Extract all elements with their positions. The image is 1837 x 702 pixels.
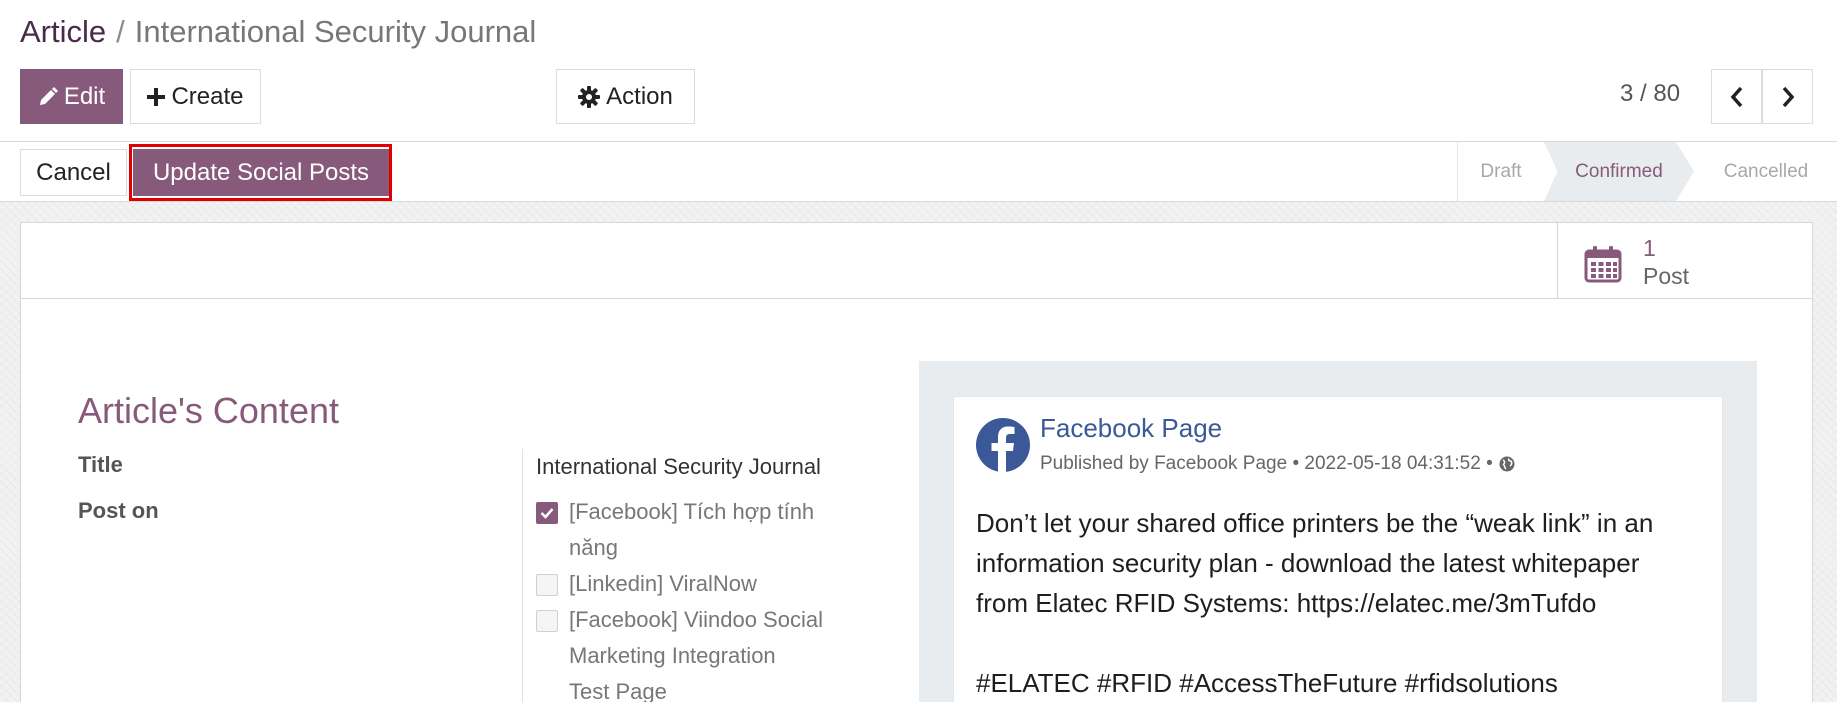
chevron-left-icon: [1730, 86, 1742, 107]
posts-label: Post: [1643, 263, 1690, 289]
facebook-logo-icon: [976, 418, 1030, 472]
chevron-right-icon: [1782, 86, 1794, 107]
title-label: Title: [78, 452, 123, 477]
cancel-button[interactable]: Cancel: [20, 149, 127, 196]
account-label: [Linkedin] ViralNow: [569, 566, 869, 602]
stage-confirmed[interactable]: Confirmed: [1544, 142, 1694, 201]
create-button[interactable]: Create: [130, 69, 261, 124]
account-checkbox-checked[interactable]: [536, 502, 558, 524]
post-body: Don’t let your shared office printers be…: [976, 503, 1696, 623]
edit-button[interactable]: Edit: [20, 69, 123, 124]
action-button-label: Action: [606, 82, 673, 110]
pencil-icon: [39, 86, 58, 105]
breadcrumb-current: International Security Journal: [134, 14, 537, 49]
account-label-line: Test Page: [569, 679, 667, 702]
stage-cancelled[interactable]: Cancelled: [1694, 142, 1837, 201]
account-label-line: [Facebook] Viindoo Social: [569, 607, 823, 632]
edit-button-label: Edit: [63, 82, 106, 110]
page-name-link[interactable]: Facebook Page: [1040, 413, 1222, 444]
checkmark-icon: [540, 508, 554, 519]
posts-count: 1: [1643, 235, 1656, 261]
post-body-line: Don’t let your shared office printers be…: [976, 508, 1654, 538]
account-checkbox[interactable]: [536, 574, 558, 596]
account-label: [Facebook] Tích hợp tính năng: [569, 494, 869, 566]
post-meta: Published by Facebook Page • 2022-05-18 …: [1040, 453, 1515, 475]
control-panel: Article / International Security Journal E…: [0, 0, 1837, 142]
post-body-line: from Elatec RFID Systems: https://elatec…: [976, 588, 1597, 618]
section-title: Article's Content: [78, 390, 339, 431]
account-label: [Facebook] Viindoo Social Marketing Inte…: [569, 602, 869, 702]
facebook-post-card: Facebook Page Published by Facebook Page…: [953, 396, 1723, 702]
calendar-icon: [1584, 246, 1622, 283]
plus-icon: [147, 87, 166, 106]
breadcrumb-separator: /: [116, 14, 125, 49]
action-button[interactable]: Action: [556, 69, 695, 124]
title-value: International Security Journal: [536, 454, 821, 479]
account-label-line: Marketing Integration: [569, 643, 776, 668]
pager-value[interactable]: 3 / 80: [1620, 80, 1680, 108]
status-stages: Draft Confirmed Cancelled: [1457, 142, 1837, 201]
post-preview-panel: Facebook Page Published by Facebook Page…: [919, 361, 1757, 702]
post-hashtags: #ELATEC #RFID #AccessTheFuture #rfidsolu…: [976, 668, 1558, 698]
field-divider: [522, 449, 523, 702]
post-on-label: Post on: [78, 498, 159, 523]
form-statusbar: Cancel Update Social Posts Draft Confirm…: [0, 142, 1837, 202]
post-body-line: information security plan - download the…: [976, 548, 1640, 578]
breadcrumb-root-link[interactable]: Article: [20, 14, 106, 49]
account-checkbox[interactable]: [536, 610, 558, 632]
pager-next-button[interactable]: [1762, 69, 1813, 124]
stage-draft[interactable]: Draft: [1458, 142, 1544, 201]
account-label-line: [Linkedin] ViralNow: [569, 571, 757, 596]
gear-icon: [578, 85, 601, 108]
globe-icon: [1499, 456, 1515, 472]
breadcrumb: Article / International Security Journal: [20, 12, 536, 52]
button-box: 1 Post: [21, 223, 1812, 299]
create-button-label: Create: [171, 82, 244, 110]
form-sheet: 1 Post Article's Content Title Post on I…: [20, 222, 1813, 702]
account-label-line: năng: [569, 535, 618, 560]
account-label-line: [Facebook] Tích hợp tính: [569, 499, 815, 524]
post-meta-text: Published by Facebook Page • 2022-05-18 …: [1040, 453, 1493, 474]
posts-stat-button[interactable]: 1 Post: [1557, 223, 1812, 298]
update-social-posts-button[interactable]: Update Social Posts: [133, 149, 389, 196]
pager-previous-button[interactable]: [1711, 69, 1762, 124]
